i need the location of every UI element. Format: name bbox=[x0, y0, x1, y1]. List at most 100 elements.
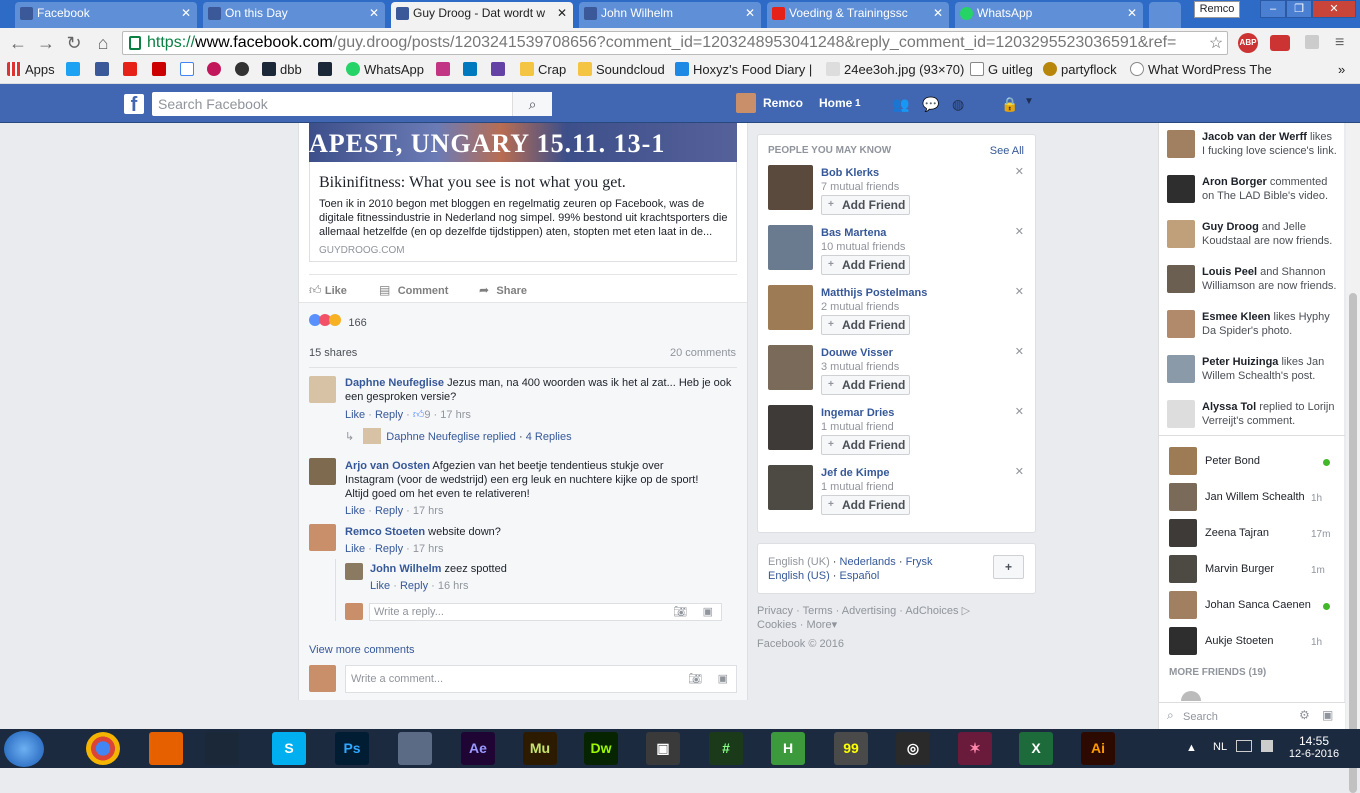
extension-icon[interactable] bbox=[1305, 35, 1319, 49]
reload-icon[interactable]: ↻ bbox=[64, 33, 84, 54]
dismiss-icon[interactable]: ✕ bbox=[1015, 345, 1024, 358]
bookmark-trello[interactable] bbox=[463, 62, 481, 78]
comment-author[interactable]: Arjo van Oosten bbox=[345, 460, 430, 472]
back-icon[interactable]: ← bbox=[8, 33, 28, 54]
comment-reply-link[interactable]: Reply bbox=[375, 505, 403, 517]
bookmark-dbb[interactable]: dbb bbox=[262, 62, 302, 78]
reactions-summary[interactable]: 166 bbox=[309, 314, 367, 329]
bookmark-soundcloud[interactable]: Soundcloud bbox=[578, 62, 665, 78]
avatar[interactable] bbox=[1167, 220, 1195, 248]
close-icon[interactable]: ✕ bbox=[557, 2, 567, 24]
messages-icon[interactable]: 💬 bbox=[922, 96, 940, 112]
comment-button[interactable]: ▤ Comment bbox=[379, 283, 448, 297]
avatar[interactable] bbox=[768, 285, 813, 330]
facebook-logo-icon[interactable]: f bbox=[124, 94, 144, 116]
avatar[interactable] bbox=[768, 165, 813, 210]
add-friend-button[interactable]: + Add Friend bbox=[821, 435, 910, 455]
pymk-name[interactable]: Jef de Kimpe bbox=[821, 467, 889, 479]
avatar[interactable] bbox=[1169, 591, 1197, 619]
address-bar[interactable]: https://www.facebook.com/guy.droog/posts… bbox=[122, 31, 1228, 55]
dismiss-icon[interactable]: ✕ bbox=[1015, 225, 1024, 238]
chat-friend-name[interactable]: Peter Bond bbox=[1205, 455, 1260, 467]
chat-friend-name[interactable]: Zeena Tajran bbox=[1205, 527, 1269, 539]
bookmark-g-uitleg[interactable]: G uitleg bbox=[970, 62, 1033, 78]
tab-guy-droog[interactable]: Guy Droog - Dat wordt w ✕ bbox=[391, 2, 573, 28]
comment-reply-link[interactable]: Reply bbox=[375, 543, 403, 555]
bookmark-dailymotion[interactable] bbox=[152, 62, 170, 78]
taskbar-app-steering[interactable]: ◎ bbox=[896, 732, 930, 765]
chat-friend-name[interactable]: Jan Willem Schealth bbox=[1205, 491, 1305, 503]
language-link[interactable]: English (US) bbox=[768, 570, 830, 582]
pymk-name[interactable]: Douwe Visser bbox=[821, 347, 893, 359]
taskbar-app-ps[interactable]: Ps bbox=[335, 732, 369, 765]
avatar[interactable] bbox=[1167, 175, 1195, 203]
footer-link[interactable]: Terms bbox=[803, 605, 833, 617]
page-scrollbar[interactable] bbox=[1346, 123, 1360, 793]
tab-john-wilhelm[interactable]: John Wilhelm ✕ bbox=[579, 2, 761, 28]
maximize-button[interactable]: ❐ bbox=[1286, 0, 1312, 18]
close-icon[interactable]: ✕ bbox=[933, 2, 943, 24]
avatar[interactable] bbox=[1169, 627, 1197, 655]
add-language-button[interactable]: + bbox=[993, 555, 1024, 579]
adblock-icon[interactable]: ABP bbox=[1238, 33, 1258, 53]
taskbar-app-mu[interactable]: Mu bbox=[523, 732, 557, 765]
ticker-item[interactable]: Peter Huizinga likes Jan Willem Schealth… bbox=[1202, 355, 1338, 383]
volume-icon[interactable] bbox=[1261, 740, 1273, 752]
sticker-icon[interactable]: ▣ bbox=[703, 604, 713, 620]
bookmark-facebook[interactable] bbox=[95, 62, 113, 78]
comment-author[interactable]: John Wilhelm bbox=[370, 563, 441, 575]
forward-icon[interactable]: → bbox=[36, 33, 56, 54]
bookmark-apps[interactable]: Apps bbox=[7, 62, 55, 78]
bookmark-twitter[interactable] bbox=[66, 62, 84, 78]
avatar[interactable] bbox=[309, 458, 336, 485]
clock[interactable]: 14:55 12-6-2016 bbox=[1286, 734, 1342, 760]
home-link[interactable]: Home bbox=[819, 96, 852, 110]
dismiss-icon[interactable]: ✕ bbox=[1015, 285, 1024, 298]
link-title[interactable]: Bikinifitness: What you see is not what … bbox=[319, 174, 729, 192]
taskbar-app-firefox[interactable] bbox=[149, 732, 183, 765]
comment-reply-link[interactable]: Reply bbox=[375, 409, 403, 421]
add-friend-button[interactable]: + Add Friend bbox=[821, 195, 910, 215]
add-friend-button[interactable]: + Add Friend bbox=[821, 375, 910, 395]
bookmark-crap[interactable]: Crap bbox=[520, 62, 566, 78]
footer-link[interactable]: Advertising bbox=[842, 605, 896, 617]
home-icon[interactable]: ⌂ bbox=[93, 33, 113, 54]
bookmark-food-diary[interactable]: Hoxyz's Food Diary | bbox=[675, 62, 812, 78]
notifications-globe-icon[interactable]: ◍ bbox=[952, 96, 970, 112]
profile-link[interactable]: Remco bbox=[763, 96, 803, 110]
comment-input[interactable]: Write a comment... 📷︎ ▣ bbox=[345, 665, 737, 693]
taskbar-app-skype[interactable]: S bbox=[272, 732, 306, 765]
ticker-item[interactable]: Jacob van der Werff likes I fucking love… bbox=[1202, 130, 1338, 158]
start-button[interactable] bbox=[4, 731, 44, 767]
comment-author[interactable]: Remco Stoeten bbox=[345, 526, 425, 538]
search-icon[interactable]: ⌕ bbox=[512, 92, 552, 116]
bookmark-w[interactable] bbox=[207, 62, 225, 78]
tray-expand-icon[interactable]: ▲ bbox=[1186, 742, 1197, 754]
taskbar-app-chrome[interactable] bbox=[86, 732, 120, 765]
account-menu-icon[interactable]: ▼ bbox=[1024, 96, 1042, 112]
bookmark-instagram[interactable] bbox=[436, 62, 454, 78]
close-window-button[interactable]: ✕ bbox=[1312, 0, 1356, 18]
bookmark-jpg[interactable]: 24ee3oh.jpg (93×70) bbox=[826, 62, 964, 78]
ticker-item[interactable]: Guy Droog and Jelle Koudstaal are now fr… bbox=[1202, 220, 1338, 248]
language-link[interactable]: Español bbox=[840, 570, 880, 582]
pymk-mutual[interactable]: 3 mutual friends bbox=[821, 361, 899, 373]
friend-requests-icon[interactable]: 👥 bbox=[892, 96, 910, 112]
avatar[interactable] bbox=[309, 524, 336, 551]
ticker-item[interactable]: Louis Peel and Shannon Williamson are no… bbox=[1202, 265, 1338, 293]
chat-friend-name[interactable]: Marvin Burger bbox=[1205, 563, 1274, 575]
tab-facebook[interactable]: Facebook ✕ bbox=[15, 2, 197, 28]
bookmark-whatsapp[interactable]: WhatsApp bbox=[346, 62, 424, 78]
profile-chip[interactable]: Remco bbox=[1194, 1, 1240, 18]
dismiss-icon[interactable]: ✕ bbox=[1015, 165, 1024, 178]
avatar[interactable] bbox=[1167, 265, 1195, 293]
comment-like-link[interactable]: Like bbox=[345, 543, 365, 555]
add-friend-button[interactable]: + Add Friend bbox=[821, 315, 910, 335]
avatar[interactable] bbox=[345, 563, 363, 580]
comments-count[interactable]: 20 comments bbox=[670, 347, 736, 359]
avatar[interactable] bbox=[1167, 130, 1195, 158]
language-link[interactable]: Nederlands bbox=[840, 556, 896, 568]
menu-icon[interactable]: ≡ bbox=[1335, 34, 1344, 52]
taskbar-app-game[interactable]: ✶ bbox=[958, 732, 992, 765]
add-friend-button[interactable]: + Add Friend bbox=[821, 495, 910, 515]
